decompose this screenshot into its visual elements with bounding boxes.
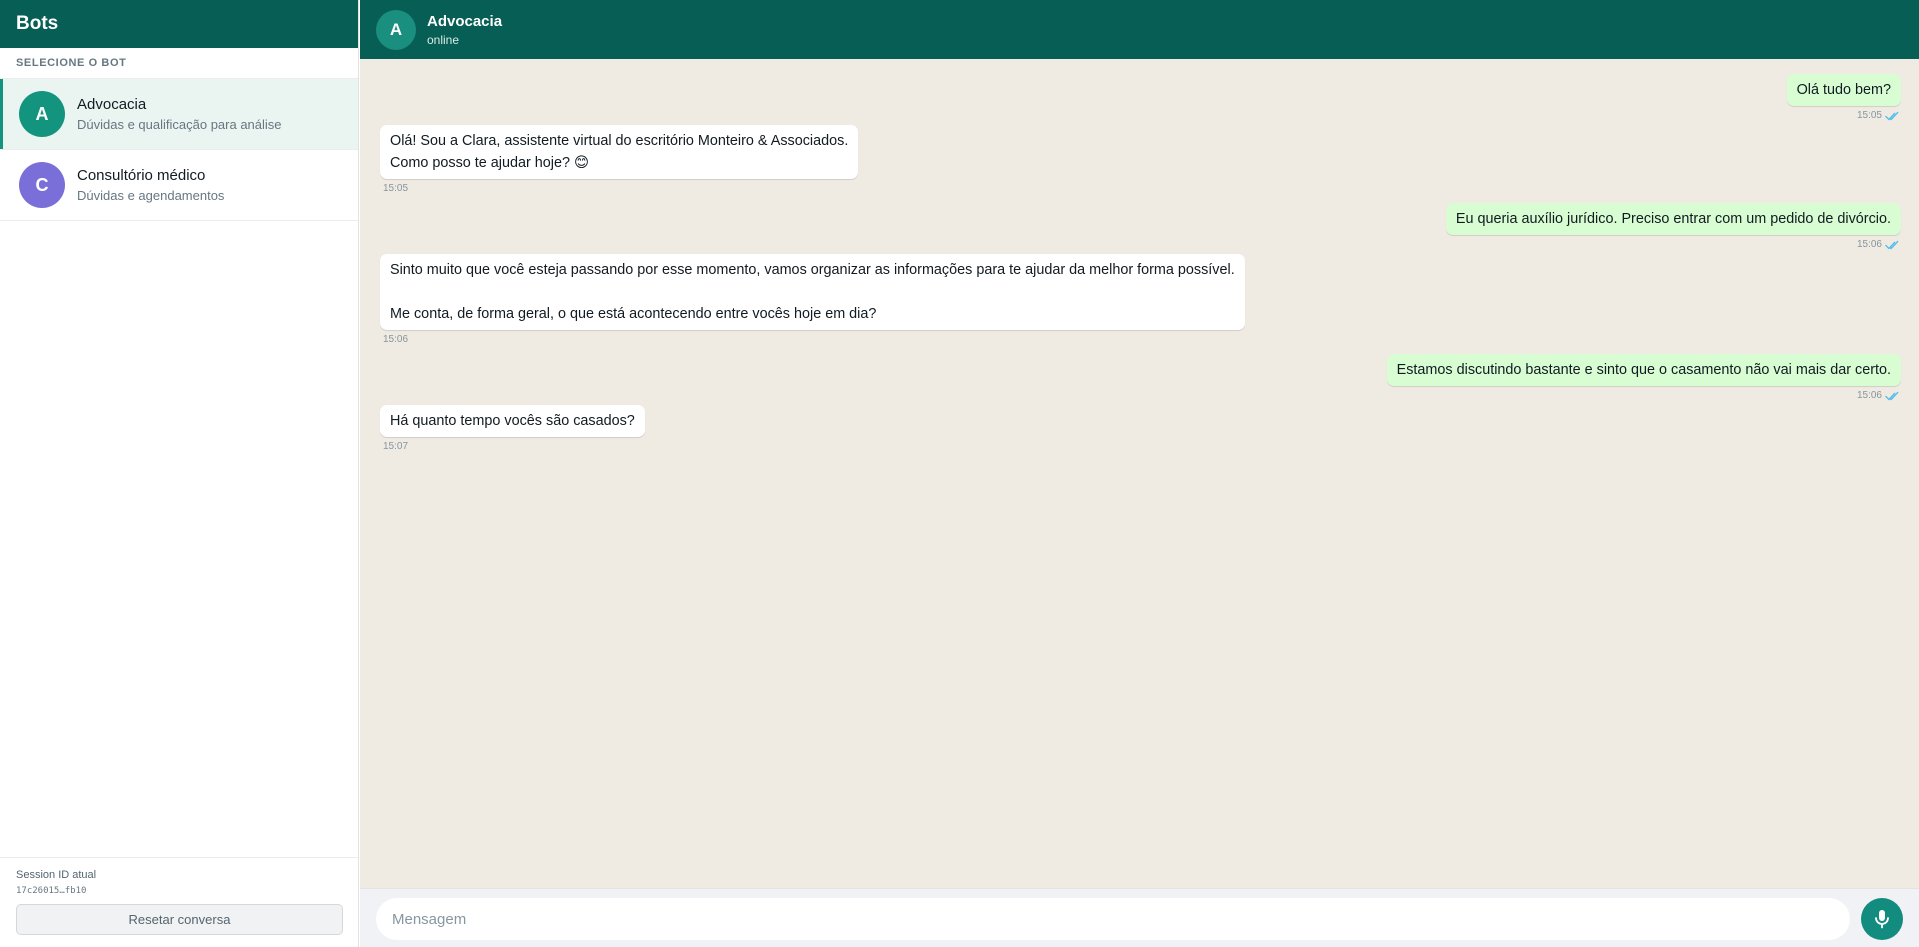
chat-panel: A Advocacia online Olá tudo bem? 15:05 O… [360, 0, 1919, 947]
bot-item-consultorio-medico[interactable]: C Consultório médico Dúvidas e agendamen… [0, 150, 358, 221]
message-input[interactable] [376, 898, 1850, 940]
bot-description: Dúvidas e qualificação para análise [77, 117, 282, 132]
bot-name: Consultório médico [77, 167, 206, 184]
sidebar-title: Bots [0, 0, 358, 48]
message-time: 15:07 [383, 441, 409, 452]
message-outgoing: Olá tudo bem? 15:05 [1786, 74, 1901, 121]
avatar: C [19, 162, 65, 208]
message-time: 15:05 [383, 183, 409, 194]
double-check-icon [1885, 391, 1899, 400]
message-outgoing: Estamos discutindo bastante e sinto que … [1386, 354, 1901, 401]
message-text: Há quanto tempo vocês são casados? [380, 405, 645, 437]
avatar: A [19, 91, 65, 137]
message-text: Olá! Sou a Clara, assistente virtual do … [380, 125, 859, 179]
chat-status: online [427, 32, 460, 47]
message-time: 15:06 [383, 334, 409, 345]
session-label: Session ID atual [16, 869, 97, 881]
message-outgoing: Eu queria auxílio jurídico. Preciso entr… [1445, 203, 1901, 250]
microphone-button[interactable] [1861, 898, 1903, 940]
bot-item-advocacia[interactable]: A Advocacia Dúvidas e qualificação para … [0, 79, 358, 150]
message-time: 15:06 [1856, 239, 1882, 250]
sidebar: Bots SELECIONE O BOT A Advocacia Dúvidas… [0, 0, 359, 947]
chat-header: A Advocacia online [360, 0, 1919, 59]
message-list[interactable]: Olá tudo bem? 15:05 Olá! Sou a Clara, as… [360, 59, 1919, 888]
message-text: Estamos discutindo bastante e sinto que … [1386, 354, 1901, 386]
message-time: 15:06 [1856, 390, 1882, 401]
session-id: 17c26015…fb10 [16, 886, 87, 896]
reset-conversation-button[interactable]: Resetar conversa [16, 904, 343, 935]
message-time: 15:05 [1856, 110, 1882, 121]
message-incoming: Olá! Sou a Clara, assistente virtual do … [380, 125, 859, 194]
double-check-icon [1885, 240, 1899, 249]
message-text: Eu queria auxílio jurídico. Preciso entr… [1445, 203, 1901, 235]
bot-name: Advocacia [77, 96, 147, 113]
composer [360, 888, 1919, 947]
section-label: SELECIONE O BOT [0, 48, 358, 79]
microphone-icon [1875, 910, 1889, 929]
double-check-icon [1885, 111, 1899, 120]
bot-description: Dúvidas e agendamentos [77, 188, 225, 203]
chat-avatar: A [376, 9, 416, 50]
message-text: Olá tudo bem? [1786, 74, 1901, 106]
message-text: Sinto muito que você esteja passando por… [380, 254, 1245, 330]
message-incoming: Sinto muito que você esteja passando por… [380, 254, 1245, 345]
chat-title: Advocacia [427, 12, 503, 30]
message-incoming: Há quanto tempo vocês são casados? 15:07 [380, 405, 645, 452]
sidebar-footer: Session ID atual 17c26015…fb10 Resetar c… [0, 857, 358, 947]
